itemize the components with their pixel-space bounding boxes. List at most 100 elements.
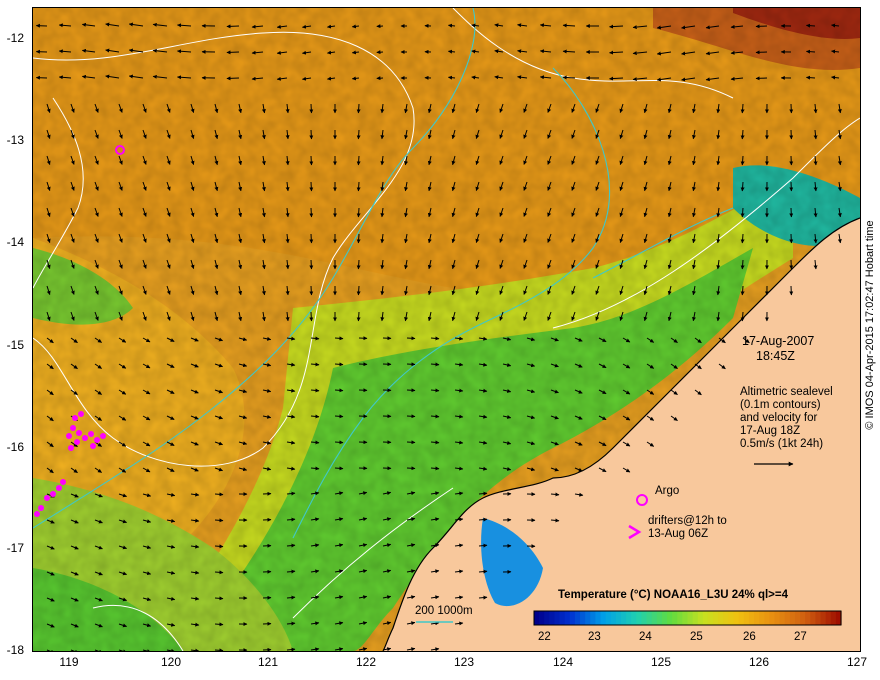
- lon-label: 120: [160, 655, 182, 669]
- colorbar-swatch: [636, 611, 643, 625]
- velocity-arrow: [755, 76, 768, 81]
- colorbar-swatch: [789, 611, 796, 625]
- velocity-arrow: [448, 75, 456, 80]
- velocity-arrow: [740, 103, 745, 114]
- velocity-arrow: [356, 233, 361, 244]
- colorbar-swatch: [682, 611, 689, 625]
- velocity-arrow: [406, 466, 416, 471]
- colorbar-swatch: [830, 611, 837, 625]
- velocity-arrow: [478, 595, 488, 600]
- colorbar-swatch: [677, 611, 683, 625]
- velocity-arrow: [226, 50, 240, 55]
- velocity-arrow: [334, 362, 344, 367]
- colorbar-swatch: [559, 611, 566, 625]
- velocity-arrow: [740, 207, 745, 218]
- velocity-arrow: [478, 569, 488, 574]
- colorbar-swatch: [564, 611, 571, 625]
- colorbar-tick: 23: [588, 631, 601, 643]
- colorbar-swatch: [707, 611, 714, 625]
- velocity-arrow: [356, 311, 361, 322]
- colorbar-tick: 26: [743, 631, 756, 643]
- colorbar-swatch: [631, 611, 637, 625]
- lon-label: 127: [846, 655, 868, 669]
- colorbar-swatch: [615, 611, 622, 625]
- drifters-legend-label: 13-Aug 06Z: [648, 528, 709, 540]
- velocity-arrow: [478, 517, 488, 522]
- velocity-arrow: [806, 49, 816, 54]
- velocity-arrow: [214, 596, 224, 601]
- velocity-arrow: [214, 570, 224, 575]
- lat-label: -15: [6, 338, 24, 352]
- lon-label: 121: [257, 655, 279, 669]
- altimetry-line: Altimetric sealevel: [740, 386, 833, 398]
- velocity-arrow: [334, 388, 344, 393]
- colorbar-swatch: [825, 611, 832, 625]
- colorbar-swatch: [651, 611, 658, 625]
- colorbar-swatch: [769, 611, 776, 625]
- colorbar-swatch: [585, 611, 591, 625]
- velocity-arrow: [430, 466, 440, 471]
- lat-label: -18: [6, 643, 24, 657]
- imos-credit: © IMOS 04-Apr-2015 17:02:47 Hobart time: [860, 0, 880, 650]
- map-frame[interactable]: [32, 7, 861, 652]
- colorbar-swatch: [626, 611, 632, 625]
- colorbar-swatch: [723, 611, 730, 625]
- colorbar-swatch: [667, 611, 673, 625]
- lat-label: -12: [6, 31, 24, 45]
- colorbar-swatch: [544, 611, 550, 625]
- velocity-arrow: [806, 75, 816, 80]
- colorbar-swatch: [759, 611, 765, 625]
- velocity-arrow: [740, 285, 745, 296]
- colorbar-swatch: [595, 611, 602, 625]
- colorbar-swatch: [810, 611, 817, 625]
- colorbar-swatch: [656, 611, 663, 625]
- colorbar-swatch: [815, 611, 822, 625]
- colorbar-swatch: [784, 611, 791, 625]
- lat-label: -17: [6, 541, 24, 555]
- velocity-arrow: [356, 285, 361, 296]
- lon-label: 119: [59, 655, 79, 669]
- velocity-arrow: [334, 414, 344, 419]
- colorbar-swatch: [702, 611, 709, 625]
- velocity-arrow: [309, 103, 314, 114]
- colorbar-swatch: [820, 611, 827, 625]
- colorbar-swatch: [692, 611, 699, 625]
- velocity-arrow: [562, 23, 576, 28]
- credit-text: © IMOS 04-Apr-2015 17:02:47 Hobart time: [864, 220, 876, 430]
- velocity-arrow: [406, 414, 416, 419]
- colorbar-swatch: [610, 611, 617, 625]
- altimetry-line: (0.1m contours): [740, 399, 821, 411]
- colorbar-swatch: [779, 611, 786, 625]
- colorbar-swatch: [549, 611, 556, 625]
- velocity-arrow: [406, 440, 416, 445]
- velocity-arrow: [430, 388, 440, 393]
- colorbar: [533, 610, 842, 626]
- lat-label: -14: [6, 235, 24, 249]
- colorbar-swatch: [687, 611, 694, 625]
- colorbar-swatch: [713, 611, 719, 625]
- lon-label: 126: [748, 655, 770, 669]
- velocity-arrow: [740, 129, 745, 140]
- colorbar-tick: 22: [538, 631, 551, 643]
- colorbar-title: Temperature (°C) NOAA16_L3U 24% ql>=4: [558, 589, 788, 601]
- colorbar-swatch: [590, 611, 596, 625]
- colorbar-swatch: [534, 611, 540, 625]
- colorbar-swatch: [774, 611, 781, 625]
- altimetry-line: and velocity for: [740, 412, 818, 424]
- drifters-legend-label: drifters@12h to: [648, 515, 727, 527]
- velocity-arrow: [356, 259, 361, 270]
- colorbar-swatch: [794, 611, 801, 625]
- colorbar-swatch: [620, 611, 627, 625]
- velocity-arrow: [430, 440, 440, 445]
- velocity-arrow: [430, 336, 440, 341]
- velocity-arrow: [356, 129, 361, 140]
- velocity-arrow: [309, 285, 314, 296]
- lat-label: -16: [6, 440, 24, 454]
- colorbar-tick: 27: [794, 631, 807, 643]
- velocity-arrow: [214, 492, 224, 497]
- colorbar-tick: 24: [639, 631, 652, 643]
- colorbar-swatch: [641, 611, 648, 625]
- velocity-arrow: [406, 336, 416, 341]
- velocity-arrow: [430, 362, 440, 367]
- velocity-arrow: [214, 648, 224, 651]
